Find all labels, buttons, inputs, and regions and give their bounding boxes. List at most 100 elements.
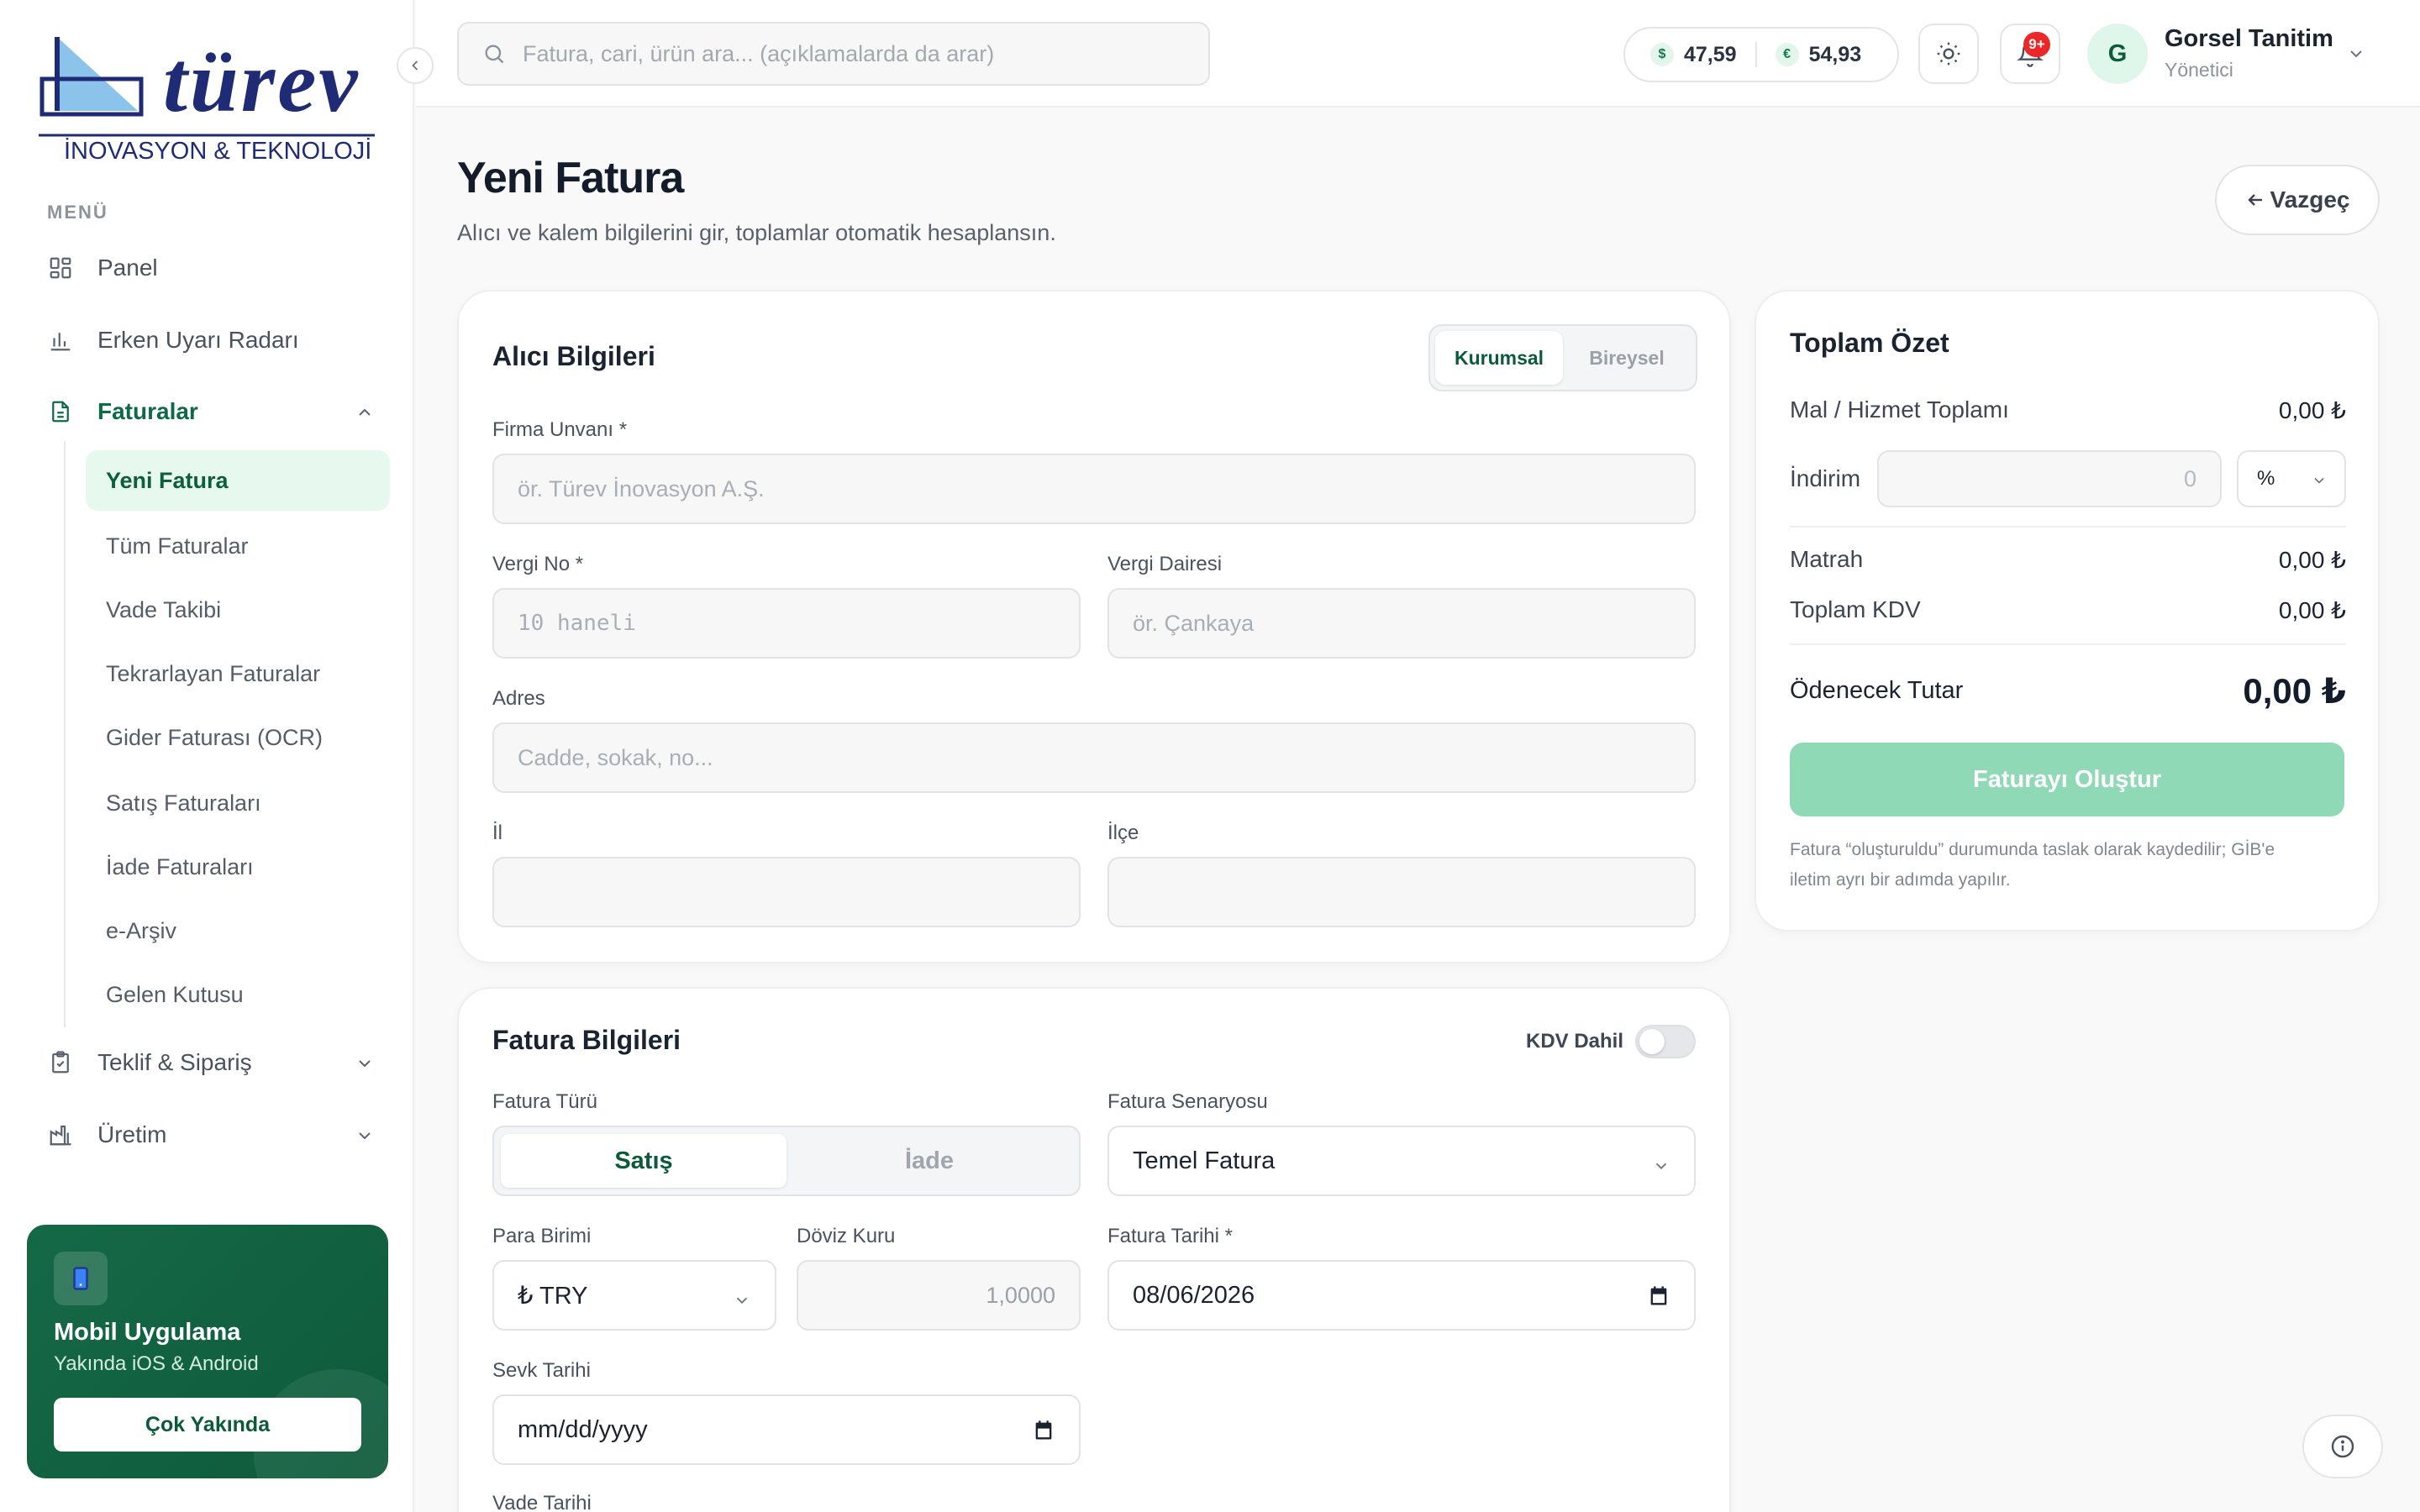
exchange-rate-field[interactable]: 1,0000 — [797, 1260, 1081, 1331]
dollar-icon: $ — [1650, 43, 1674, 66]
summary-note: Fatura “oluşturuldu” durumunda taslak ol… — [1790, 840, 2275, 890]
sidebar-item-panel[interactable]: Panel — [47, 247, 375, 289]
base-row: Matrah 0,00 ₺ — [1790, 546, 2346, 574]
sidebar-sub-inbox[interactable]: Gelen Kutusu — [86, 964, 390, 1025]
bar-chart-icon — [47, 327, 74, 354]
calendar-icon[interactable] — [1647, 1284, 1670, 1315]
sidebar-sub-e-archive[interactable]: e-Arşiv — [86, 900, 390, 961]
ship-date-field[interactable]: mm/dd/yyyy — [492, 1394, 1081, 1465]
tax-office-field[interactable]: ör. Çankaya — [1107, 588, 1696, 659]
chevron-left-icon — [407, 57, 424, 74]
company-label: Firma Unvanı * — [492, 418, 628, 441]
search-icon — [482, 42, 523, 66]
notification-badge: 9+ — [2023, 32, 2050, 57]
district-field[interactable] — [1107, 857, 1696, 927]
arrow-left-icon — [2245, 190, 2265, 210]
notifications-button[interactable]: 9+ — [2000, 24, 2060, 84]
customer-type-toggle: Kurumsal Bireysel — [1428, 324, 1697, 391]
district-label: İlçe — [1107, 822, 1139, 844]
brand-logo[interactable]: türev İNOVASYON & TEKNOLOJİ — [39, 30, 375, 173]
segment-corporate[interactable]: Kurumsal — [1435, 331, 1563, 385]
invoice-date-value: 08/06/2026 — [1133, 1281, 1255, 1309]
user-name[interactable]: Gorsel Tanitim — [2165, 25, 2333, 53]
avatar[interactable]: G — [2087, 24, 2148, 84]
submenu-line — [64, 441, 66, 1027]
mobile-app-promo: Mobil Uygulama Yakında iOS & Android Çok… — [27, 1225, 388, 1478]
currency-value: ₺ TRY — [518, 1282, 588, 1310]
vat-total-row: Toplam KDV 0,00 ₺ — [1790, 596, 2346, 624]
segment-return[interactable]: İade — [786, 1134, 1072, 1188]
summary-divider — [1790, 526, 2346, 528]
sidebar-sub-due-tracking[interactable]: Vade Takibi — [86, 580, 390, 640]
payable-row: Ödenecek Tutar 0,00 ₺ — [1790, 670, 2346, 711]
help-button[interactable] — [2302, 1415, 2383, 1478]
brand-name: türev — [163, 34, 360, 130]
chevron-down-icon[interactable] — [2346, 44, 2366, 68]
grid-icon — [47, 255, 74, 281]
cancel-label: Vazgeç — [2270, 186, 2350, 213]
euro-icon: € — [1775, 43, 1799, 66]
address-label: Adres — [492, 687, 545, 710]
sidebar-sub-recurring[interactable]: Tekrarlayan Faturalar — [86, 643, 390, 704]
chevron-up-icon — [355, 402, 375, 428]
city-field[interactable] — [492, 857, 1081, 927]
calendar-icon[interactable] — [1032, 1419, 1055, 1449]
create-invoice-button[interactable]: Faturayı Oluştur — [1790, 743, 2344, 816]
goods-total-label: Mal / Hizmet Toplamı — [1790, 396, 2009, 423]
chevron-down-icon — [2311, 471, 2328, 495]
sidebar-sub-returns[interactable]: İade Faturaları — [86, 837, 390, 897]
sidebar-item-label: Erken Uyarı Radarı — [97, 327, 299, 353]
sidebar-item-label: Faturalar — [97, 398, 198, 424]
sidebar-item-quotes-orders[interactable]: Teklif & Sipariş — [47, 1042, 375, 1084]
theme-toggle-button[interactable] — [1918, 24, 1979, 84]
discount-unit-value: % — [2257, 467, 2275, 490]
vat-total-value: 0,00 ₺ — [2278, 597, 2346, 623]
sidebar-item-production[interactable]: Üretim — [47, 1114, 375, 1156]
address-field[interactable]: Cadde, sokak, no... — [492, 722, 1696, 793]
vat-included-label: KDV Dahil — [1526, 1030, 1624, 1053]
segment-sales[interactable]: Satış — [501, 1134, 786, 1188]
cancel-button[interactable]: Vazgeç — [2215, 165, 2380, 235]
segment-individual[interactable]: Bireysel — [1563, 331, 1691, 385]
search-placeholder: Fatura, cari, ürün ara... (açıklamalarda… — [523, 40, 995, 66]
vat-total-label: Toplam KDV — [1790, 596, 1921, 622]
coming-soon-button[interactable]: Çok Yakında — [54, 1398, 361, 1452]
scenario-select[interactable]: Temel Fatura — [1107, 1126, 1696, 1196]
invoice-date-field[interactable]: 08/06/2026 — [1107, 1260, 1696, 1331]
exchange-rate-label: Döviz Kuru — [797, 1225, 896, 1247]
promo-title: Mobil Uygulama — [54, 1319, 241, 1346]
brand-tagline: İNOVASYON & TEKNOLOJİ — [64, 138, 372, 165]
sidebar-sub-expense-ocr[interactable]: Gider Faturası (OCR) — [86, 707, 390, 768]
discount-unit-select[interactable]: % — [2237, 450, 2346, 507]
page-title: Yeni Fatura — [457, 154, 684, 202]
logo-mark-icon — [39, 37, 144, 117]
usd-rate: 47,59 — [1684, 42, 1737, 66]
chevron-down-icon — [355, 1125, 375, 1152]
scenario-label: Fatura Senaryosu — [1107, 1090, 1268, 1113]
tax-no-label: Vergi No * — [492, 553, 584, 575]
discount-field[interactable]: 0 — [1877, 450, 2222, 507]
tax-no-field[interactable]: 10 haneli — [492, 588, 1081, 659]
company-field[interactable]: ör. Türev İnovasyon A.Ş. — [492, 454, 1696, 524]
sidebar-sub-all-invoices[interactable]: Tüm Faturalar — [86, 516, 390, 576]
chevron-down-icon — [733, 1289, 751, 1316]
payable-label: Ödenecek Tutar — [1790, 677, 1964, 704]
rate-divider — [1754, 42, 1757, 67]
discount-label: İndirim — [1790, 465, 1861, 491]
exchange-rates: $ 47,59 € 54,93 — [1623, 27, 1899, 82]
sidebar-item-radar[interactable]: Erken Uyarı Radarı — [47, 319, 375, 361]
sidebar-sub-new-invoice[interactable]: Yeni Fatura — [86, 450, 390, 511]
payable-value: 0,00 ₺ — [2243, 671, 2346, 711]
goods-total-row: Mal / Hizmet Toplamı 0,00 ₺ — [1790, 396, 2346, 424]
sidebar-item-invoices[interactable]: Faturalar — [47, 391, 375, 433]
invoice-type-label: Fatura Türü — [492, 1090, 597, 1113]
invoice-date-label: Fatura Tarihi * — [1107, 1225, 1233, 1247]
vat-included-toggle[interactable] — [1635, 1025, 1696, 1058]
search-input[interactable]: Fatura, cari, ürün ara... (açıklamalarda… — [457, 22, 1210, 86]
sidebar-collapse-button[interactable] — [397, 47, 434, 84]
sidebar-sub-sales[interactable]: Satış Faturaları — [86, 773, 390, 833]
logo-underline — [39, 134, 375, 137]
scenario-value: Temel Fatura — [1133, 1147, 1276, 1174]
factory-icon — [47, 1121, 74, 1148]
currency-select[interactable]: ₺ TRY — [492, 1260, 776, 1331]
